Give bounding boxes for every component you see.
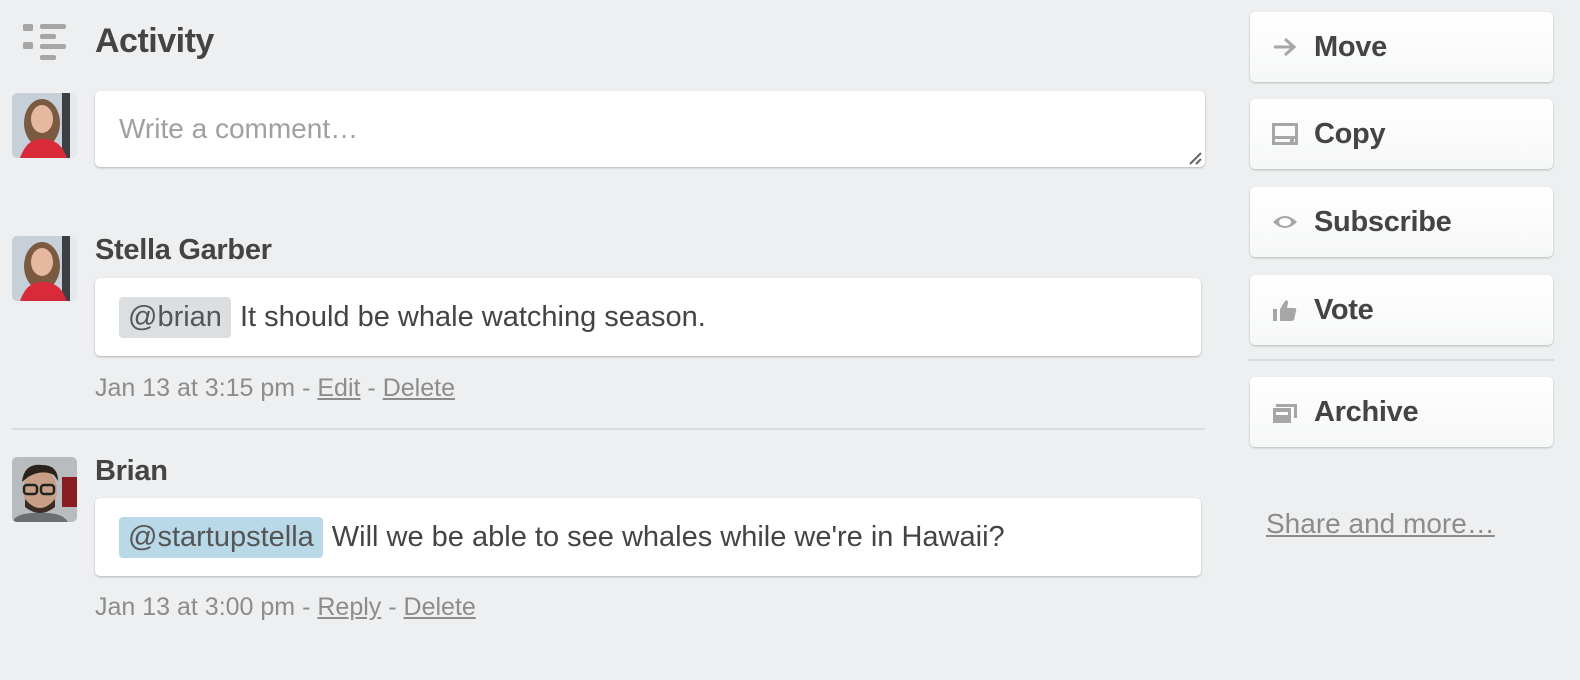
comment-divider: [12, 428, 1205, 430]
subscribe-button[interactable]: Subscribe: [1250, 187, 1553, 257]
comment-input[interactable]: [95, 91, 1205, 167]
archive-icon: [1272, 399, 1298, 425]
comment-meta: Jan 13 at 3:15 pm - Edit - Delete: [95, 374, 455, 403]
comment-timestamp: Jan 13 at 3:00 pm: [95, 593, 296, 621]
comment-body: @startupstella Will we be able to see wh…: [95, 498, 1201, 576]
meta-separator: -: [367, 374, 376, 402]
comment-text: Will we be able to see whales while we'r…: [331, 520, 1005, 553]
edit-link[interactable]: Edit: [317, 374, 360, 402]
avatar-stella[interactable]: [12, 236, 77, 301]
archive-button[interactable]: Archive: [1250, 377, 1553, 447]
mention-tag[interactable]: @brian: [119, 296, 231, 338]
activity-list-icon: [22, 22, 68, 62]
copy-card-icon: [1272, 121, 1298, 147]
meta-separator: -: [302, 374, 311, 402]
vote-button[interactable]: Vote: [1250, 275, 1553, 345]
comment-meta: Jan 13 at 3:00 pm - Reply - Delete: [95, 593, 476, 622]
eye-icon: [1272, 209, 1298, 235]
archive-label: Archive: [1314, 395, 1419, 428]
copy-label: Copy: [1314, 117, 1386, 150]
copy-button[interactable]: Copy: [1250, 99, 1553, 169]
reply-link[interactable]: Reply: [317, 593, 381, 621]
share-and-more-link[interactable]: Share and more…: [1266, 508, 1495, 540]
comment-text: It should be whale watching season.: [239, 300, 706, 333]
avatar-brian[interactable]: [12, 457, 77, 522]
delete-link[interactable]: Delete: [383, 374, 455, 402]
delete-link[interactable]: Delete: [404, 593, 476, 621]
comment-timestamp: Jan 13 at 3:15 pm: [95, 374, 296, 402]
comment-body: @brian It should be whale watching seaso…: [95, 278, 1201, 356]
mention-tag[interactable]: @startupstella: [119, 516, 323, 558]
subscribe-label: Subscribe: [1314, 205, 1452, 238]
move-label: Move: [1314, 30, 1387, 63]
comment-author[interactable]: Brian: [95, 455, 168, 488]
section-title: Activity: [95, 22, 214, 60]
resize-handle-icon[interactable]: [1187, 150, 1203, 166]
sidebar-divider: [1248, 359, 1554, 361]
thumbs-up-icon: [1272, 297, 1298, 323]
move-button[interactable]: Move: [1250, 12, 1553, 82]
vote-label: Vote: [1314, 293, 1374, 326]
meta-separator: -: [388, 593, 397, 621]
arrow-right-icon: [1272, 34, 1298, 60]
avatar-current-user[interactable]: [12, 93, 77, 158]
meta-separator: -: [302, 593, 311, 621]
comment-author[interactable]: Stella Garber: [95, 234, 272, 267]
